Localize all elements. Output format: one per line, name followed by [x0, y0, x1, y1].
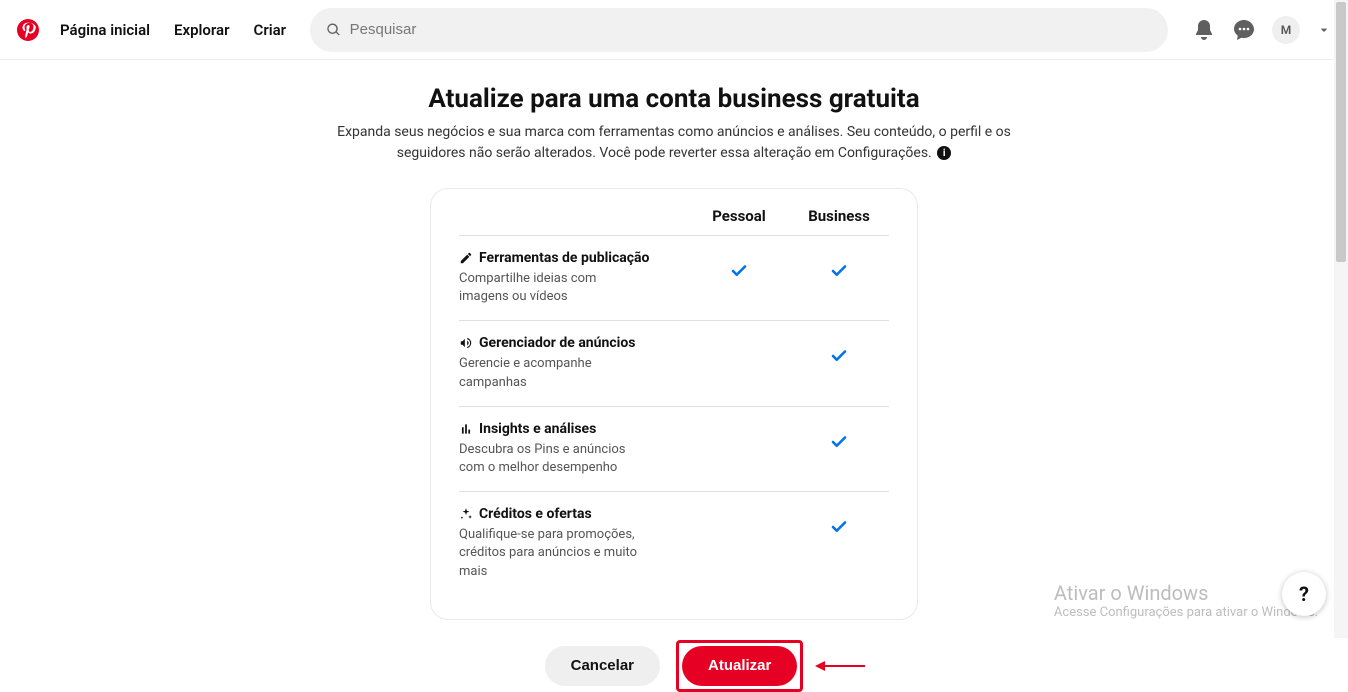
table-row: Créditos e ofertas Qualifique-se para pr… [459, 492, 889, 595]
comparison-card: Pessoal Business Ferramentas de publicaç… [430, 188, 918, 620]
feature-title: Gerenciador de anúncios [479, 335, 635, 351]
feature-desc: Compartilhe ideias com imagens ou vídeos [459, 270, 639, 306]
check-icon [830, 347, 848, 365]
check-icon [830, 518, 848, 536]
feature-title: Ferramentas de publicação [479, 250, 649, 266]
pinterest-logo-icon[interactable] [16, 18, 40, 42]
feature-title: Créditos e ofertas [479, 506, 592, 522]
feature-title: Insights e análises [479, 421, 596, 437]
sparkle-icon [459, 507, 473, 521]
chart-icon [459, 422, 473, 436]
nav-links: Página inicial Explorar Criar [60, 21, 286, 39]
message-icon[interactable] [1232, 18, 1256, 42]
feature-desc: Descubra os Pins e anúncios com o melhor… [459, 441, 639, 477]
col-personal: Pessoal [689, 207, 789, 225]
search-input[interactable] [350, 21, 1152, 38]
cell-personal [689, 250, 789, 280]
cell-business [789, 335, 889, 365]
app-header: Página inicial Explorar Criar M [0, 0, 1348, 60]
subtitle-text: Expanda seus negócios e sua marca com fe… [337, 124, 1011, 161]
page-subtitle: Expanda seus negócios e sua marca com fe… [334, 122, 1014, 164]
table-row: Ferramentas de publicação Compartilhe id… [459, 236, 889, 321]
action-bar: Cancelar Atualizar [545, 640, 804, 692]
cell-business [789, 421, 889, 451]
table-row: Gerenciador de anúncios Gerencie e acomp… [459, 321, 889, 406]
cell-business [789, 506, 889, 536]
cell-personal [689, 506, 789, 518]
main-content: Atualize para uma conta business gratuit… [0, 60, 1348, 692]
nav-create[interactable]: Criar [254, 21, 287, 39]
feature-desc: Gerencie e acompanhe campanhas [459, 355, 639, 391]
scrollbar-track[interactable] [1334, 0, 1348, 638]
cell-business [789, 250, 889, 280]
help-button[interactable]: ? [1282, 572, 1326, 616]
annotation-arrow-icon [815, 659, 865, 673]
megaphone-icon [459, 336, 473, 350]
check-icon [730, 262, 748, 280]
nav-home[interactable]: Página inicial [60, 21, 150, 39]
cell-personal [689, 335, 789, 347]
bell-icon[interactable] [1192, 18, 1216, 42]
cancel-button[interactable]: Cancelar [545, 646, 660, 686]
info-icon[interactable]: i [937, 146, 951, 160]
scrollbar-thumb[interactable] [1336, 2, 1346, 262]
table-row: Insights e análises Descubra os Pins e a… [459, 407, 889, 492]
feature-desc: Qualifique-se para promoções, créditos p… [459, 526, 639, 581]
upgrade-highlight-box: Atualizar [676, 640, 803, 692]
search-icon [326, 22, 342, 38]
pencil-icon [459, 251, 473, 265]
col-business: Business [789, 207, 889, 225]
nav-explore[interactable]: Explorar [174, 21, 229, 39]
check-icon [830, 262, 848, 280]
header-actions: M [1192, 16, 1332, 44]
page-title: Atualize para uma conta business gratuit… [428, 84, 919, 114]
search-bar[interactable] [310, 8, 1168, 52]
check-icon [830, 433, 848, 451]
cell-personal [689, 421, 789, 433]
chevron-down-icon[interactable] [1316, 22, 1332, 38]
avatar[interactable]: M [1272, 16, 1300, 44]
table-header: Pessoal Business [459, 207, 889, 236]
upgrade-button[interactable]: Atualizar [682, 646, 797, 686]
